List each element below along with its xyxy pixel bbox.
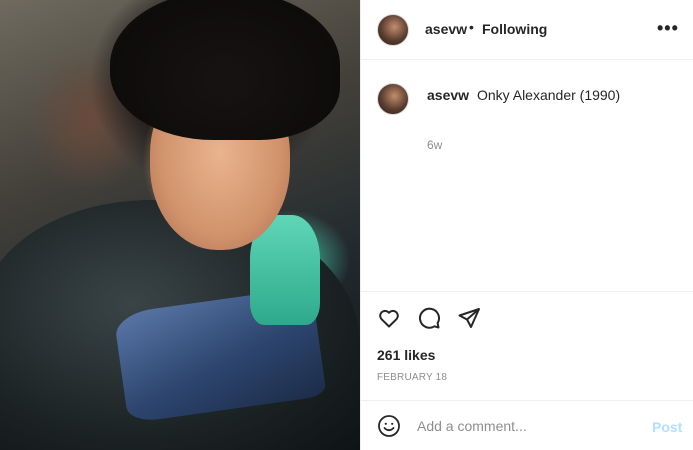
- post-header: asevw • Following •••: [361, 0, 693, 60]
- following-button[interactable]: Following: [482, 21, 547, 37]
- separator-dot: •: [469, 19, 474, 35]
- post-photo[interactable]: [0, 0, 360, 450]
- post-comment-button[interactable]: Post: [652, 419, 682, 435]
- author-avatar[interactable]: [377, 14, 409, 46]
- smiley-icon[interactable]: [377, 414, 401, 438]
- caption-timestamp[interactable]: 6w: [427, 138, 442, 152]
- comment-bar: Post: [361, 400, 693, 450]
- author-username[interactable]: asevw: [425, 21, 467, 37]
- photo-hair-shape: [110, 0, 340, 140]
- caption-text: Onky Alexander (1990): [476, 87, 621, 103]
- heart-icon[interactable]: [377, 306, 401, 330]
- post-date: FEBRUARY 18: [377, 372, 448, 383]
- likes-count[interactable]: 261 likes: [377, 347, 435, 363]
- caption-username[interactable]: asevw: [427, 87, 469, 103]
- post-actions: 261 likes FEBRUARY 18: [361, 291, 693, 400]
- comment-input[interactable]: [417, 414, 637, 438]
- more-options-icon[interactable]: •••: [657, 18, 679, 39]
- caption-section: asevw Onky Alexander (1990) 6w: [361, 61, 693, 290]
- comment-icon[interactable]: [417, 306, 441, 330]
- action-icons-row: [377, 306, 481, 330]
- caption-avatar[interactable]: [377, 83, 409, 115]
- post-caption: asevw Onky Alexander (1990): [427, 86, 677, 104]
- paper-plane-icon[interactable]: [457, 306, 481, 330]
- post-detail-panel: asevw • Following ••• asevw Onky Alexand…: [360, 0, 693, 450]
